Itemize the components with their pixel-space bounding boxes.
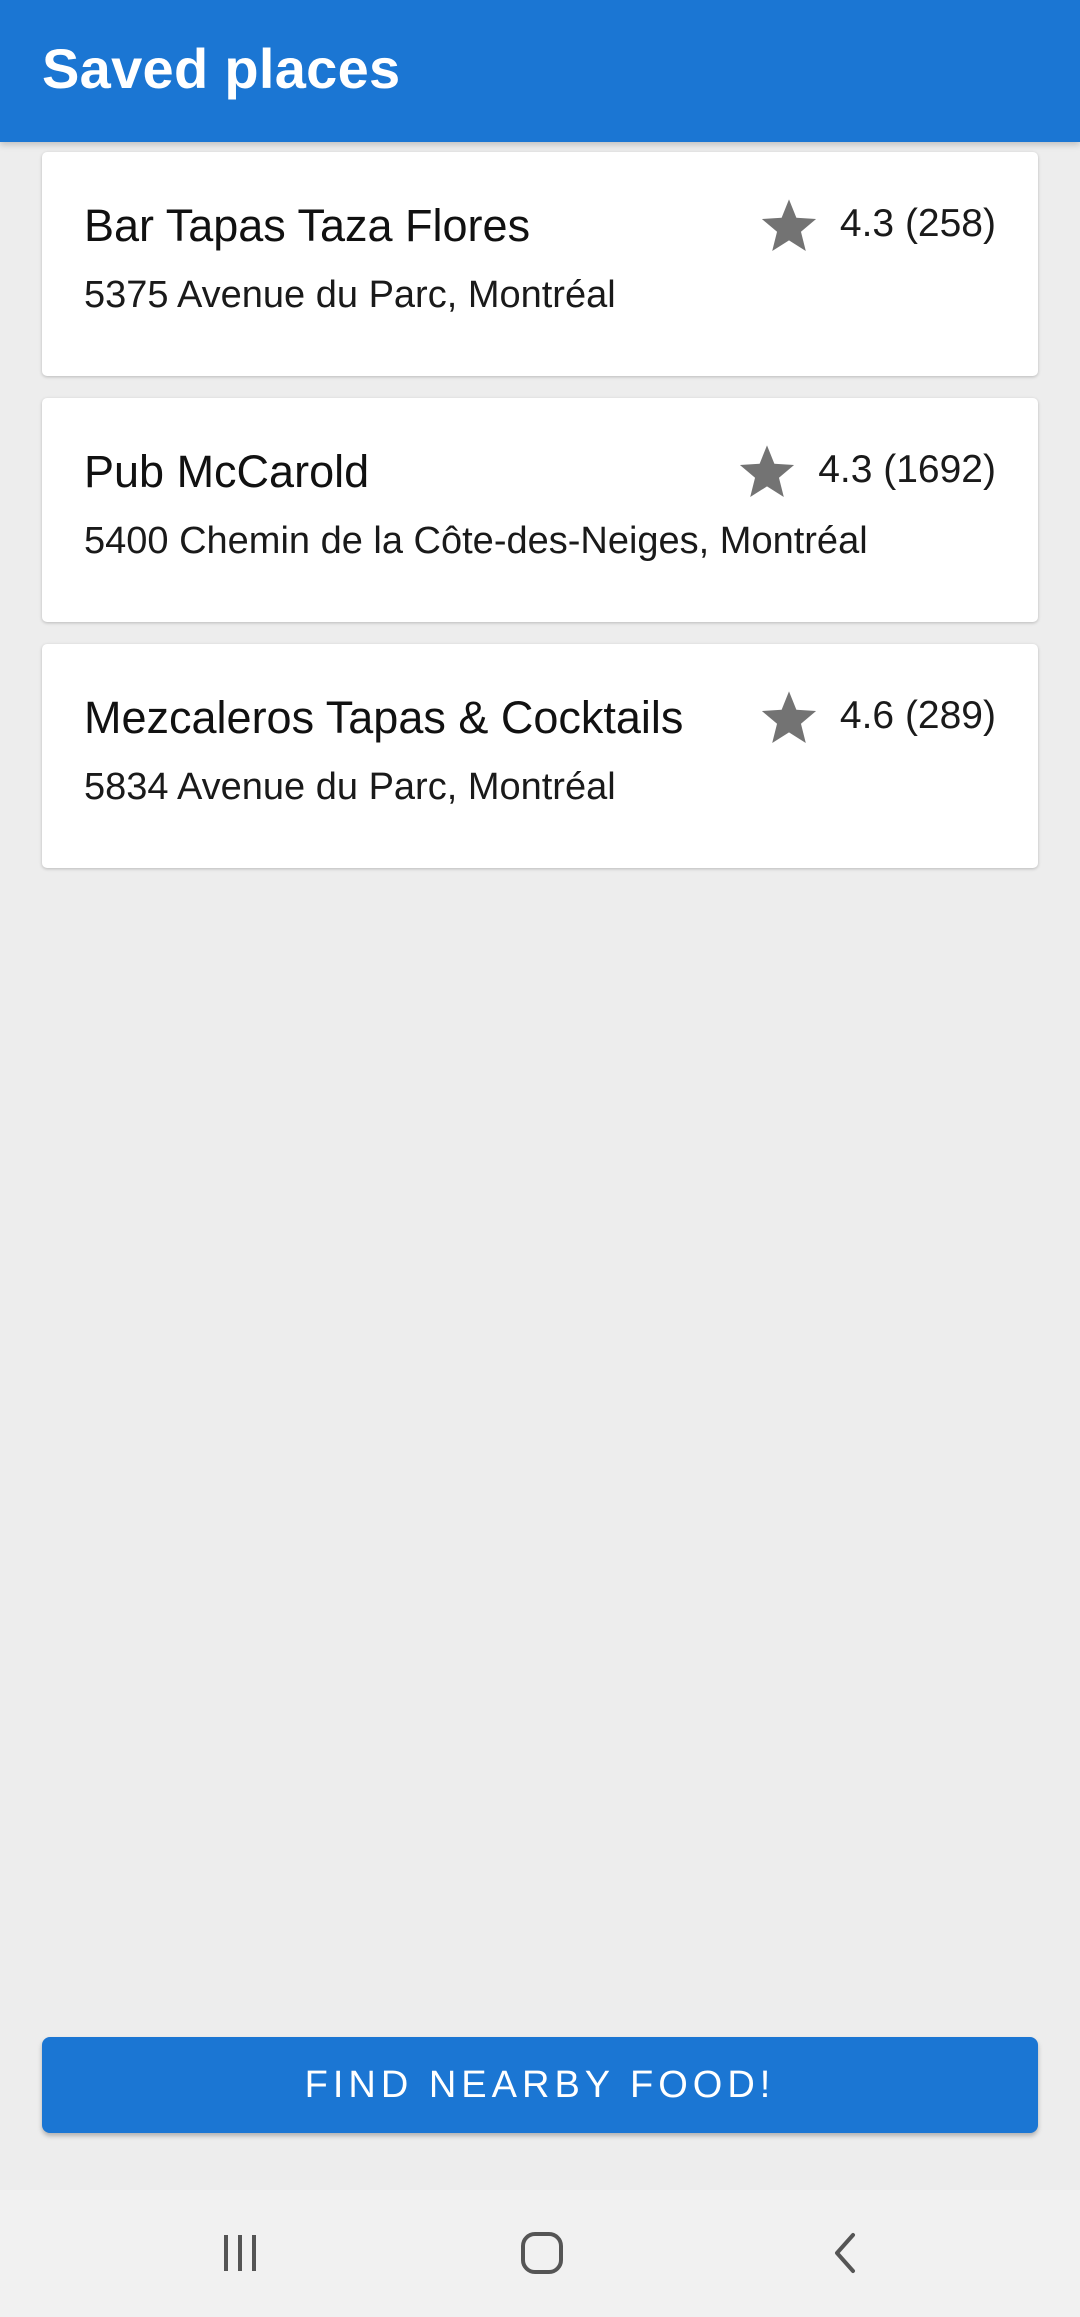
place-address: 5834 Avenue du Parc, Montréal bbox=[84, 766, 616, 808]
place-list: Bar Tapas Taza Flores 4.3 (258) 5375 Ave… bbox=[42, 152, 1038, 890]
app-bar: Saved places bbox=[0, 0, 1080, 142]
saved-places-screen: Saved places Bar Tapas Taza Flores 4.3 (… bbox=[0, 0, 1080, 2317]
place-card[interactable]: Pub McCarold 4.3 (1692) 5400 Chemin de l… bbox=[42, 398, 1038, 622]
find-nearby-food-button[interactable]: FIND NEARBY FOOD! bbox=[42, 2037, 1038, 2133]
rating-text: 4.3 (1692) bbox=[818, 448, 996, 491]
recent-apps-button[interactable] bbox=[180, 2208, 300, 2298]
place-rating: 4.3 (258) bbox=[760, 194, 996, 254]
place-rating: 4.3 (1692) bbox=[738, 440, 996, 500]
page-title: Saved places bbox=[42, 37, 401, 100]
place-name: Mezcaleros Tapas & Cocktails bbox=[84, 692, 684, 743]
place-card[interactable]: Mezcaleros Tapas & Cocktails 4.6 (289) 5… bbox=[42, 644, 1038, 868]
rating-text: 4.6 (289) bbox=[839, 694, 996, 737]
home-icon bbox=[521, 2232, 563, 2274]
place-rating: 4.6 (289) bbox=[760, 686, 996, 746]
star-icon bbox=[761, 691, 816, 743]
rating-text: 4.3 (258) bbox=[839, 202, 996, 245]
place-card[interactable]: Bar Tapas Taza Flores 4.3 (258) 5375 Ave… bbox=[42, 152, 1038, 376]
recent-apps-icon bbox=[224, 2235, 256, 2271]
star-icon bbox=[761, 199, 816, 251]
place-name: Bar Tapas Taza Flores bbox=[84, 200, 531, 251]
place-address: 5400 Chemin de la Côte-des-Neiges, Montr… bbox=[84, 520, 868, 562]
place-address: 5375 Avenue du Parc, Montréal bbox=[84, 274, 616, 316]
back-button[interactable] bbox=[785, 2208, 905, 2298]
system-nav-bar bbox=[0, 2190, 1080, 2317]
place-name: Pub McCarold bbox=[84, 446, 370, 497]
star-icon bbox=[740, 445, 795, 497]
back-icon bbox=[835, 2233, 855, 2273]
home-button[interactable] bbox=[482, 2208, 602, 2298]
